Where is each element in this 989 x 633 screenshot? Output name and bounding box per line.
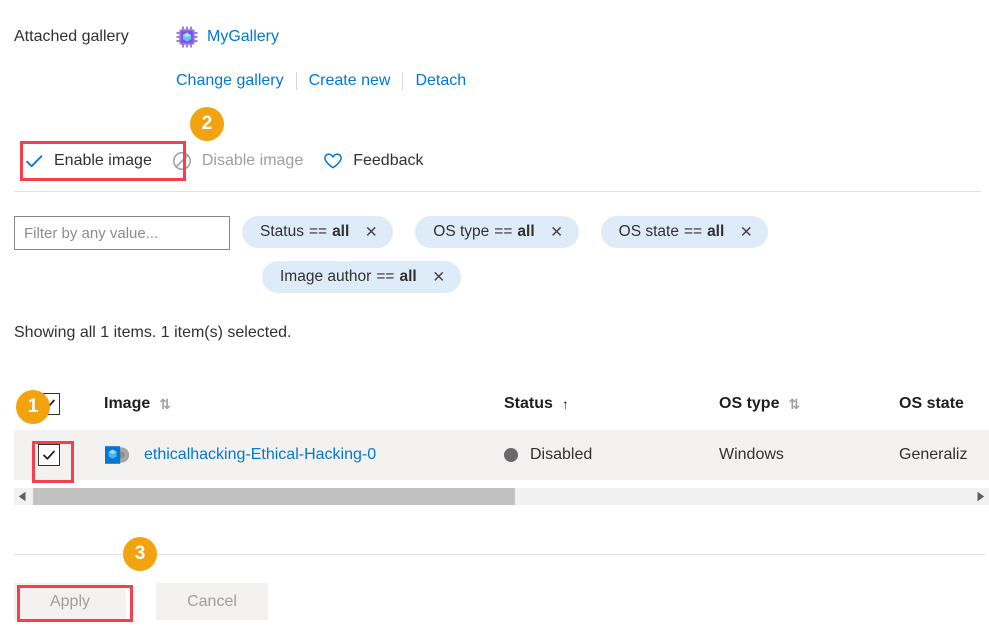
enable-image-label: Enable image — [54, 152, 152, 169]
feedback-button[interactable]: Feedback — [313, 141, 433, 181]
pill-operator: == — [308, 223, 328, 240]
link-separator-1 — [295, 72, 297, 90]
pill-operator: == — [376, 268, 395, 285]
scrollbar-track[interactable] — [31, 488, 972, 505]
column-header-status-cell: Status ↑ — [504, 395, 719, 413]
filter-input[interactable] — [14, 216, 230, 250]
row-status-cell: Disabled — [504, 446, 719, 464]
vm-image-icon — [104, 444, 132, 466]
scrollbar-thumb[interactable] — [33, 488, 515, 505]
disable-image-label: Disable image — [201, 152, 304, 169]
block-icon — [172, 151, 192, 171]
toolbar-divider — [14, 191, 981, 192]
filter-pill-row-2: Image author == all ✕ — [242, 261, 982, 293]
filter-pill-row-1: Status == all ✕ OS type == all ✕ OS stat… — [242, 216, 982, 248]
table-header-row: Image ⇅ Status ↑ OS type ⇅ OS state — [14, 378, 989, 430]
filter-pill-os-state[interactable]: OS state == all ✕ — [600, 216, 769, 248]
gallery-link-row: Change gallery Create new Detach — [176, 70, 466, 92]
checkmark-icon — [24, 151, 44, 171]
horizontal-scrollbar[interactable] — [14, 488, 989, 505]
scroll-right-arrow-icon[interactable] — [972, 488, 989, 505]
attached-gallery-value: MyGallery — [176, 26, 279, 48]
command-bar: Enable image Disable image Feedback — [14, 141, 434, 181]
gallery-name-link[interactable]: MyGallery — [207, 26, 279, 48]
row-image-cell: ethicalhacking-Ethical-Hacking-0 — [104, 444, 504, 466]
row-checkbox[interactable] — [38, 444, 60, 466]
pill-value: all — [399, 268, 417, 285]
row-os-type-text: Windows — [719, 446, 784, 463]
row-status-text: Disabled — [530, 446, 593, 463]
annotation-badge-2: 2 — [190, 107, 224, 141]
results-status-text: Showing all 1 items. 1 item(s) selected. — [14, 324, 292, 341]
filter-pill-area: Status == all ✕ OS type == all ✕ OS stat… — [242, 216, 982, 306]
close-icon[interactable]: ✕ — [738, 224, 754, 241]
close-icon[interactable]: ✕ — [431, 269, 447, 286]
column-header-os-state-cell: OS state — [899, 395, 989, 413]
image-name-link[interactable]: ethicalhacking-Ethical-Hacking-0 — [144, 446, 376, 464]
scroll-left-arrow-icon[interactable] — [14, 488, 31, 505]
status-dot-icon — [504, 448, 518, 462]
close-icon[interactable]: ✕ — [549, 224, 565, 241]
row-select-cell — [14, 444, 104, 466]
column-header-os-state[interactable]: OS state — [899, 395, 964, 413]
gallery-chip-icon — [176, 26, 198, 48]
close-icon[interactable]: ✕ — [363, 224, 379, 241]
column-header-image-label: Image — [104, 395, 151, 412]
cancel-button[interactable]: Cancel — [156, 583, 268, 620]
pill-key: OS state — [618, 223, 679, 240]
column-header-status[interactable]: Status ↑ — [504, 395, 569, 413]
feedback-label: Feedback — [353, 152, 424, 169]
column-header-status-label: Status — [504, 395, 553, 412]
pill-operator: == — [683, 223, 703, 240]
column-header-image[interactable]: Image ⇅ — [104, 395, 171, 413]
column-header-os-type-label: OS type — [719, 395, 780, 412]
images-table: Image ⇅ Status ↑ OS type ⇅ OS state ethi… — [14, 378, 989, 480]
pill-key: OS type — [433, 223, 490, 240]
pill-key: Image author — [280, 268, 372, 285]
row-os-type-cell: Windows — [719, 446, 899, 464]
row-os-state-cell: Generaliz — [899, 446, 989, 464]
disable-image-button[interactable]: Disable image — [162, 141, 313, 181]
sort-both-icon: ⇅ — [159, 396, 171, 412]
enable-image-button[interactable]: Enable image — [14, 141, 162, 181]
pill-value: all — [332, 223, 350, 240]
filter-pill-image-author[interactable]: Image author == all ✕ — [262, 261, 461, 293]
column-header-os-type-cell: OS type ⇅ — [719, 395, 899, 413]
column-header-os-type[interactable]: OS type ⇅ — [719, 395, 800, 413]
pill-value: all — [707, 223, 725, 240]
sort-both-icon: ⇅ — [788, 396, 801, 412]
filter-pill-status[interactable]: Status == all ✕ — [242, 216, 394, 248]
change-gallery-link[interactable]: Change gallery — [176, 70, 284, 92]
create-new-link[interactable]: Create new — [309, 70, 391, 92]
pill-operator: == — [494, 223, 513, 240]
apply-button[interactable]: Apply — [14, 583, 126, 620]
heart-icon — [323, 151, 343, 171]
pill-key: Status — [260, 223, 304, 240]
select-all-cell — [14, 393, 104, 415]
pill-value: all — [517, 223, 535, 240]
attached-gallery-row: Attached gallery MyGallery — [14, 26, 279, 48]
link-separator-2 — [402, 72, 404, 90]
table-row[interactable]: ethicalhacking-Ethical-Hacking-0 Disable… — [14, 430, 989, 480]
column-header-os-state-label: OS state — [899, 395, 964, 412]
detach-link[interactable]: Detach — [415, 70, 466, 92]
footer-divider — [14, 554, 985, 555]
column-header-image-cell: Image ⇅ — [104, 395, 504, 413]
row-os-state-text: Generaliz — [899, 446, 968, 463]
footer-actions: Apply Cancel — [14, 583, 268, 620]
filter-pill-os-type[interactable]: OS type == all ✕ — [415, 216, 579, 248]
sort-ascending-icon: ↑ — [561, 396, 569, 412]
select-all-checkbox[interactable] — [38, 393, 60, 415]
attached-gallery-label: Attached gallery — [14, 28, 129, 45]
